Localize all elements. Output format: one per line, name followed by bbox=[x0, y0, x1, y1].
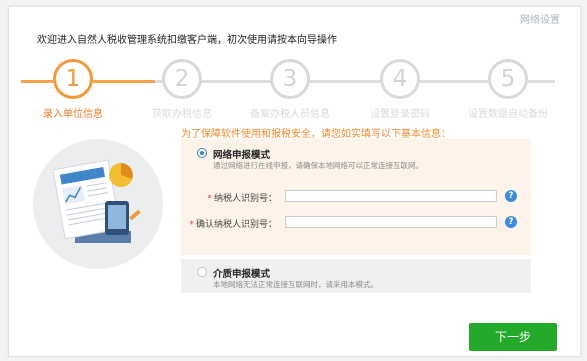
step-4-label: 设置登录密码 bbox=[370, 109, 430, 120]
step-4-circle: 4 bbox=[380, 59, 420, 99]
network-mode-title[interactable]: 网络申报模式 bbox=[213, 147, 270, 161]
wizard-window: 网络设置 欢迎进入自然人税收管理系统扣缴客户端，初次使用请按本向导操作 1 录入… bbox=[8, 6, 581, 357]
network-mode-desc: 通过网络进行在线申报，请确保本地网络可以正常连接互联网。 bbox=[213, 161, 423, 170]
step-3-label: 备案办税人员信息 bbox=[250, 109, 330, 120]
confirm-taxpayer-id-label: * 确认纳税人识别号： bbox=[189, 217, 277, 230]
help-icon[interactable]: ? bbox=[505, 216, 517, 228]
required-mark: * bbox=[207, 194, 212, 204]
next-button[interactable]: 下一步 bbox=[469, 323, 557, 351]
step-2-label: 获取办税信息 bbox=[152, 109, 212, 120]
network-settings-link[interactable]: 网络设置 bbox=[520, 11, 560, 26]
step-5-circle: 5 bbox=[488, 59, 528, 99]
notice-text: 为了保障软件使用和报税安全，请您如实填写以下基本信息： bbox=[181, 129, 451, 140]
step-2: 2 获取办税信息 bbox=[127, 59, 237, 120]
media-mode-panel: 介质申报模式 本地网络无法正常连接互联网时，请采用本模式。 bbox=[181, 259, 531, 293]
confirm-taxpayer-id-input[interactable] bbox=[285, 216, 497, 228]
media-mode-radio[interactable] bbox=[197, 267, 207, 277]
taxpayer-id-input[interactable] bbox=[285, 190, 497, 202]
step-1-circle: 1 bbox=[53, 59, 93, 99]
document-illustration bbox=[33, 139, 163, 269]
network-mode-panel: 网络申报模式 通过网络进行在线申报，请确保本地网络可以正常连接互联网。 * 纳税人… bbox=[181, 139, 531, 255]
step-5-label: 设置数据自动备份 bbox=[468, 109, 548, 120]
network-mode-radio[interactable] bbox=[197, 148, 207, 158]
report-document-icon bbox=[52, 159, 141, 243]
taxpayer-id-label-text: 纳税人识别号： bbox=[213, 194, 277, 204]
step-5: 5 设置数据自动备份 bbox=[453, 59, 563, 120]
window-title: 欢迎进入自然人税收管理系统扣缴客户端，初次使用请按本向导操作 bbox=[37, 35, 337, 46]
step-3-circle: 3 bbox=[270, 59, 310, 99]
step-1: 1 录入单位信息 bbox=[18, 59, 128, 120]
media-mode-title[interactable]: 介质申报模式 bbox=[213, 266, 270, 280]
help-icon[interactable]: ? bbox=[505, 190, 517, 202]
step-3: 3 备案办税人员信息 bbox=[235, 59, 345, 120]
step-4: 4 设置登录密码 bbox=[345, 59, 455, 120]
step-1-label: 录入单位信息 bbox=[43, 109, 103, 120]
step-2-circle: 2 bbox=[162, 59, 202, 99]
confirm-taxpayer-id-label-text: 确认纳税人识别号： bbox=[195, 220, 277, 230]
required-mark: * bbox=[189, 220, 194, 230]
media-mode-desc: 本地网络无法正常连接互联网时，请采用本模式。 bbox=[213, 280, 378, 289]
taxpayer-id-label: * 纳税人识别号： bbox=[207, 191, 277, 204]
progress-stepper: 1 录入单位信息 2 获取办税信息 3 备案办税人员信息 4 设置登录密码 5 … bbox=[9, 59, 580, 120]
